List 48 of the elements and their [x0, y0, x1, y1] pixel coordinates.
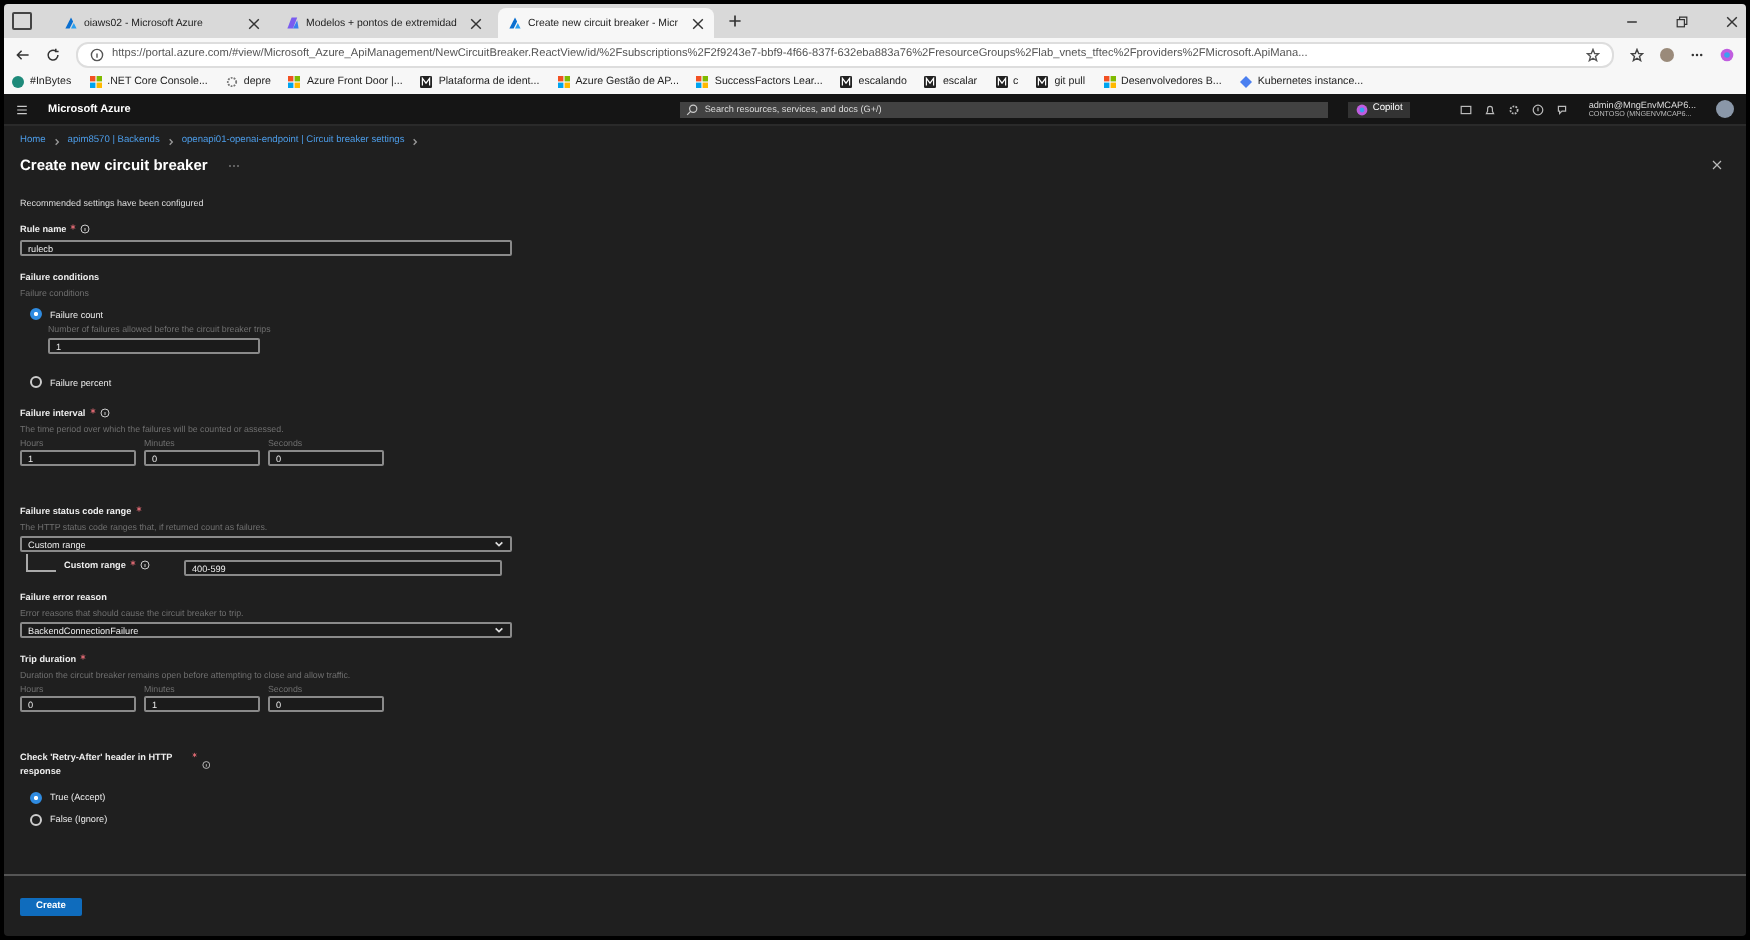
copilot-icon[interactable]: [1720, 47, 1734, 61]
refresh-icon[interactable]: [46, 47, 60, 61]
terminal-icon[interactable]: [1460, 103, 1473, 115]
info-icon: [90, 47, 104, 61]
bell-icon[interactable]: [1484, 103, 1497, 115]
gradient-logo-icon: [286, 16, 300, 30]
close-icon[interactable]: [1712, 160, 1722, 170]
tab-actions-icon[interactable]: [12, 12, 32, 30]
tiles-icon[interactable]: [89, 76, 102, 88]
favorites-icon[interactable]: [1630, 47, 1644, 61]
minimize-icon[interactable]: [1626, 15, 1638, 27]
close-icon[interactable]: [470, 17, 482, 29]
chevron-down-icon: [494, 626, 504, 634]
tiles-icon[interactable]: [1103, 76, 1115, 88]
avatar-icon[interactable]: [1716, 100, 1734, 118]
tiles-icon[interactable]: [696, 76, 709, 88]
azure-logo-icon: [64, 16, 78, 30]
search-icon: [686, 103, 699, 115]
radio-button[interactable]: [30, 308, 42, 320]
restore-icon[interactable]: [1676, 15, 1688, 27]
settings-icon[interactable]: [1508, 103, 1521, 115]
radio-button[interactable]: [30, 376, 42, 388]
feedback-icon[interactable]: [1556, 103, 1569, 115]
letter-tile-icon[interactable]: [1036, 76, 1049, 88]
close-icon[interactable]: [248, 17, 260, 29]
tiles-icon[interactable]: [557, 76, 570, 88]
letter-tile-icon[interactable]: [995, 76, 1008, 88]
profile-avatar-icon[interactable]: [1660, 47, 1674, 61]
back-icon[interactable]: [16, 47, 30, 61]
diamond-icon[interactable]: [1239, 76, 1252, 88]
radio-button[interactable]: [30, 813, 42, 826]
chevron-down-icon: [494, 540, 504, 548]
connector-line: [26, 553, 56, 571]
circle-logo-icon[interactable]: [12, 76, 24, 88]
close-icon[interactable]: [1726, 15, 1738, 27]
star-icon[interactable]: [1586, 47, 1600, 61]
tiles-icon[interactable]: [288, 76, 301, 88]
menu-icon[interactable]: [16, 103, 28, 115]
radio-button[interactable]: [30, 791, 42, 804]
letter-tile-icon[interactable]: [924, 76, 937, 88]
letter-tile-icon[interactable]: [840, 76, 853, 88]
close-icon[interactable]: [692, 17, 704, 29]
new-tab-icon[interactable]: [728, 14, 742, 28]
azure-logo-icon: [508, 16, 522, 30]
help-icon[interactable]: [1532, 103, 1545, 115]
letter-tile-icon[interactable]: [420, 76, 433, 88]
gear-icon[interactable]: [225, 76, 238, 88]
copilot-icon: [1356, 103, 1369, 115]
